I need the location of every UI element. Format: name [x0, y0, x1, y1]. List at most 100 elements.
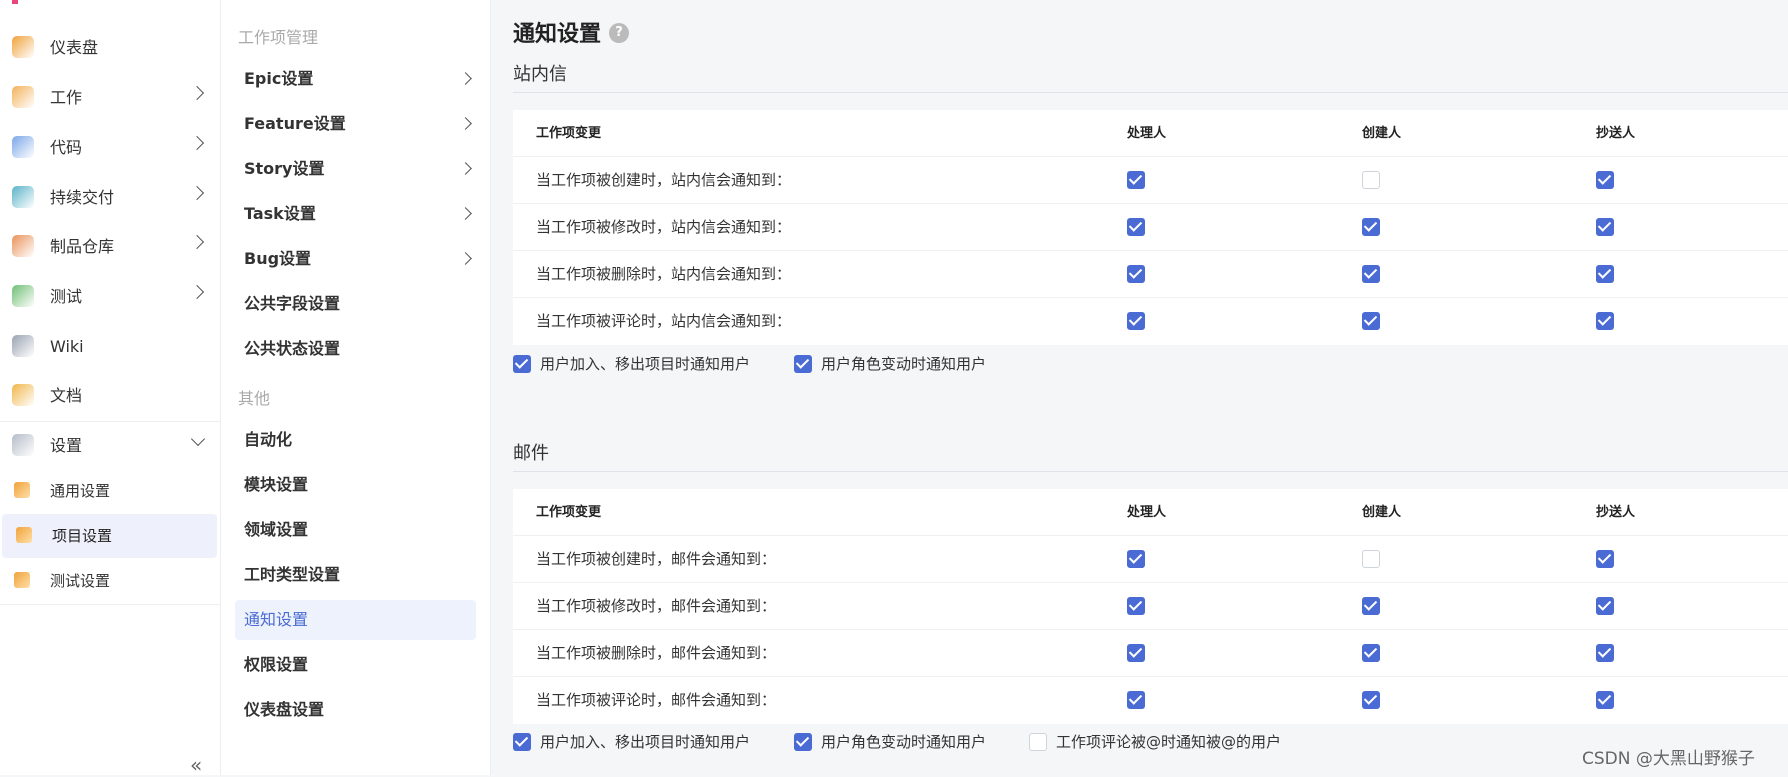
nav-item-1[interactable]: 工作 [0, 76, 220, 120]
chevron-right-icon [189, 284, 205, 300]
nav-subitem-0[interactable]: 通用设置 [0, 469, 220, 513]
wiki-icon [12, 335, 34, 357]
nav-item-7[interactable]: 文档 [0, 374, 220, 418]
collapse-sidebar-icon[interactable]: « [190, 755, 202, 775]
subnav-item-label: 领域设置 [244, 520, 309, 539]
checkbox-checked[interactable] [1127, 597, 1145, 615]
subnav-item-1[interactable]: Feature设置 [235, 104, 476, 144]
section-divider [513, 92, 1788, 93]
subnav-other-item-6[interactable]: 仪表盘设置 [235, 690, 476, 730]
checkbox-checked[interactable] [1596, 265, 1614, 283]
subnav-other-item-4[interactable]: 通知设置 [235, 600, 476, 640]
nav-subitem-label: 项目设置 [52, 527, 113, 545]
nav-subitem-2[interactable]: 测试设置 [0, 559, 220, 603]
subnav-item-3[interactable]: Task设置 [235, 194, 476, 234]
subnav-item-6[interactable]: 公共状态设置 [235, 329, 476, 369]
checkbox-checked[interactable] [1127, 265, 1145, 283]
table-header: 工作项变更 处理人 创建人 抄送人 [513, 110, 1788, 157]
checkbox-checked[interactable] [1362, 691, 1380, 709]
nav-item-2[interactable]: 代码 [0, 126, 220, 170]
subnav-item-label: Task设置 [244, 204, 316, 223]
subnav-item-label: Bug设置 [244, 249, 312, 268]
group-title-work-items: 工作项管理 [238, 28, 319, 47]
subnav-item-label: 权限设置 [244, 655, 309, 674]
subnav-item-2[interactable]: Story设置 [235, 149, 476, 189]
test-icon [12, 285, 34, 307]
checkbox-checked[interactable] [1127, 691, 1145, 709]
checkbox-checked[interactable] [1596, 171, 1614, 189]
row-label: 当工作项被修改时，站内信会通知到： [536, 218, 792, 236]
subnav-item-label: Epic设置 [244, 69, 314, 88]
column-header: 工作项变更 [536, 505, 602, 520]
subnav-other-item-1[interactable]: 模块设置 [235, 465, 476, 505]
checkbox-unchecked[interactable] [1362, 550, 1380, 568]
checkbox-checked[interactable] [794, 733, 812, 751]
nav-item-5[interactable]: 测试 [0, 275, 220, 319]
checkbox-checked[interactable] [1596, 312, 1614, 330]
nav-item-0[interactable]: 仪表盘 [0, 26, 220, 70]
chevron-down-icon [190, 431, 206, 447]
subnav-item-label: 工时类型设置 [244, 565, 341, 584]
checkbox-checked[interactable] [513, 733, 531, 751]
checkbox-checked[interactable] [1596, 597, 1614, 615]
checkbox-checked[interactable] [794, 355, 812, 373]
table-row: 当工作项被删除时，邮件会通知到： [513, 630, 1788, 677]
help-icon[interactable]: ? [609, 23, 629, 43]
chevron-right-icon [459, 207, 472, 220]
option-label: 用户加入、移出项目时通知用户 [540, 733, 751, 751]
column-header: 处理人 [1127, 505, 1167, 520]
subnav-other-item-3[interactable]: 工时类型设置 [235, 555, 476, 595]
subnav-other-item-2[interactable]: 领域设置 [235, 510, 476, 550]
option-label: 工作项评论被@时通知被@的用户 [1056, 733, 1282, 751]
table-row: 当工作项被修改时，邮件会通知到： [513, 583, 1788, 630]
checkbox-checked[interactable] [1127, 312, 1145, 330]
subnav-other-item-0[interactable]: 自动化 [235, 420, 476, 460]
checkbox-checked[interactable] [1362, 312, 1380, 330]
subnav-item-label: 模块设置 [244, 475, 309, 494]
subnav-item-4[interactable]: Bug设置 [235, 239, 476, 279]
nav-item-8[interactable]: 设置 [0, 424, 220, 468]
nav-item-6[interactable]: Wiki [0, 325, 220, 369]
checkbox-unchecked[interactable] [1362, 171, 1380, 189]
subnav-item-label: Feature设置 [244, 114, 346, 133]
checkbox-checked[interactable] [1362, 265, 1380, 283]
checkbox-checked[interactable] [1596, 644, 1614, 662]
row-label: 当工作项被创建时，站内信会通知到： [536, 171, 792, 189]
chevron-right-icon [189, 234, 205, 250]
checkbox-checked[interactable] [1596, 550, 1614, 568]
work-icon [12, 86, 34, 108]
option-label: 用户角色变动时通知用户 [821, 355, 987, 373]
brand-mark [12, 0, 18, 4]
checkbox-unchecked[interactable] [1029, 733, 1047, 751]
checkbox-checked[interactable] [1362, 597, 1380, 615]
project-settings-icon [16, 527, 32, 543]
checkbox-checked[interactable] [1362, 218, 1380, 236]
subnav-item-0[interactable]: Epic设置 [235, 59, 476, 99]
nav-subitem-1[interactable]: 项目设置 [2, 514, 217, 558]
nav-item-4[interactable]: 制品仓库 [0, 225, 220, 269]
checkbox-checked[interactable] [513, 355, 531, 373]
subnav-item-label: 公共字段设置 [244, 294, 341, 313]
checkbox-checked[interactable] [1127, 218, 1145, 236]
nav-subitem-label: 测试设置 [50, 572, 111, 590]
section-divider [513, 471, 1788, 472]
subnav-other-item-5[interactable]: 权限设置 [235, 645, 476, 685]
group-title-other: 其他 [238, 389, 271, 408]
table-row: 当工作项被评论时，站内信会通知到： [513, 298, 1788, 345]
section-title: 站内信 [513, 64, 567, 85]
nav-item-3[interactable]: 持续交付 [0, 176, 220, 220]
page-title: 通知设置 [513, 22, 602, 47]
checkbox-checked[interactable] [1127, 644, 1145, 662]
checkbox-checked[interactable] [1596, 218, 1614, 236]
subnav-item-5[interactable]: 公共字段设置 [235, 284, 476, 324]
table-row: 当工作项被评论时，邮件会通知到： [513, 677, 1788, 724]
column-header: 抄送人 [1596, 505, 1636, 520]
checkbox-checked[interactable] [1596, 691, 1614, 709]
code-icon [12, 136, 34, 158]
checkbox-checked[interactable] [1127, 550, 1145, 568]
checkbox-checked[interactable] [1362, 644, 1380, 662]
checkbox-checked[interactable] [1127, 171, 1145, 189]
subnav-item-label: 仪表盘设置 [244, 700, 325, 719]
nav-item-label: 制品仓库 [50, 237, 115, 256]
nav-divider [0, 421, 220, 422]
